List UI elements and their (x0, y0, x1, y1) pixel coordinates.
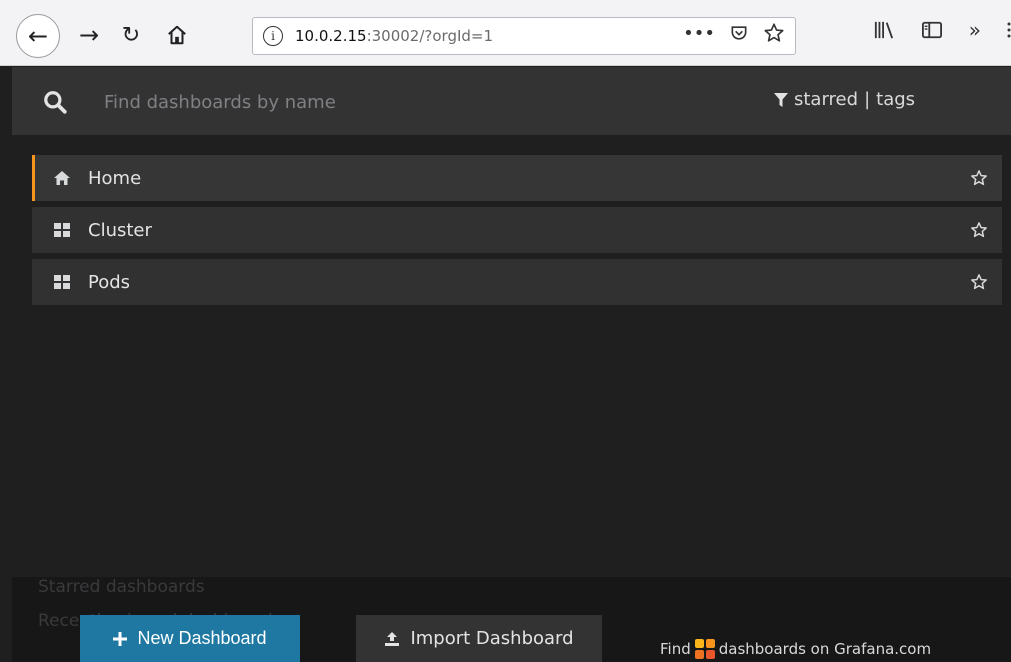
bookmark-star-icon[interactable] (763, 22, 785, 44)
star-icon[interactable] (970, 273, 988, 291)
grafana-com-link[interactable]: Find dashboards on Grafana.com (660, 639, 931, 659)
result-label: Home (88, 167, 142, 189)
forward-button[interactable]: → (72, 18, 106, 52)
filter-tags-link[interactable]: tags (876, 89, 915, 110)
upload-icon (385, 631, 400, 646)
grafana-link-prefix: Find (660, 640, 691, 658)
grafana-link-suffix: dashboards on Grafana.com (718, 640, 932, 658)
starred-dashboards-heading: Starred dashboards (38, 577, 205, 597)
filter-separator: | (864, 89, 871, 110)
result-label: Pods (88, 271, 131, 293)
search-results: Home Cluster Pods (32, 155, 1002, 311)
url-bar[interactable]: i 10.0.2.15:30002/?orgId=1 ••• (252, 17, 796, 55)
dashboard-search-bar: starred | tags (12, 67, 1011, 135)
arrow-left-icon: ← (27, 22, 49, 50)
filter-icon (774, 92, 788, 107)
page-actions-icon[interactable]: ••• (683, 23, 715, 44)
star-icon[interactable] (970, 169, 988, 187)
grafana-app: starred | tags Home Cluster Pods (12, 67, 1011, 662)
menu-icon[interactable] (1007, 21, 1011, 39)
star-icon[interactable] (970, 221, 988, 239)
info-icon[interactable]: i (263, 26, 283, 46)
result-row-cluster[interactable]: Cluster (32, 207, 1002, 253)
url-text[interactable]: 10.0.2.15:30002/?orgId=1 (295, 27, 493, 45)
back-button[interactable]: ← (16, 14, 60, 58)
search-input[interactable] (104, 85, 664, 119)
browser-toolbar: ← → ↻ i 10.0.2.15:30002/?orgId=1 ••• » (0, 0, 1011, 66)
url-host: 10.0.2.15 (295, 27, 367, 45)
search-footer: Starred dashboards Recently viewed dashb… (12, 577, 1011, 662)
dashboard-grid-icon (50, 223, 74, 237)
sidebar-icon[interactable] (921, 20, 943, 40)
import-dashboard-label: Import Dashboard (410, 628, 574, 649)
import-dashboard-button[interactable]: Import Dashboard (356, 615, 602, 662)
filter-starred-link[interactable]: starred (794, 89, 858, 110)
new-dashboard-button[interactable]: New Dashboard (80, 615, 300, 662)
dashboard-grid-icon (50, 275, 74, 289)
grafana-logo-icon (694, 639, 715, 659)
library-icon[interactable] (873, 20, 895, 40)
home-icon (168, 25, 186, 45)
search-icon (44, 91, 67, 114)
reload-button[interactable]: ↻ (114, 18, 148, 52)
home-icon (50, 171, 74, 185)
search-filters: starred | tags (774, 89, 915, 110)
reload-icon: ↻ (121, 22, 141, 48)
result-row-home[interactable]: Home (32, 155, 1002, 201)
url-path: :30002/?orgId=1 (366, 27, 494, 45)
home-button[interactable] (160, 18, 194, 52)
pocket-icon[interactable] (729, 23, 749, 43)
arrow-right-icon: → (78, 21, 100, 49)
plus-icon (113, 631, 128, 646)
result-label: Cluster (88, 219, 152, 241)
result-row-pods[interactable]: Pods (32, 259, 1002, 305)
overflow-chevron-icon[interactable]: » (969, 18, 981, 42)
new-dashboard-label: New Dashboard (137, 628, 267, 648)
